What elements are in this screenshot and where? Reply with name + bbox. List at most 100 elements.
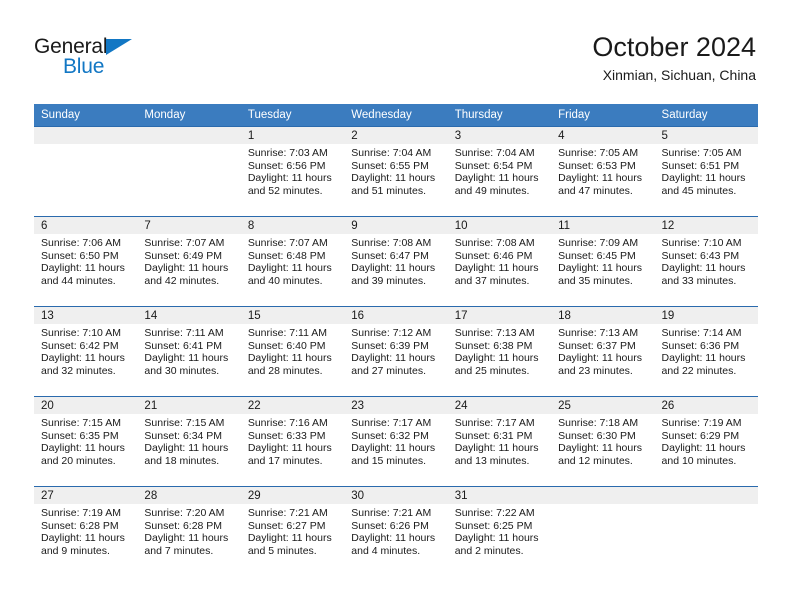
day-details: Sunrise: 7:05 AM Sunset: 6:51 PM Daylight:… (655, 144, 758, 197)
day-number: 7 (137, 217, 241, 234)
calendar-day-cell[interactable]: 24 Sunrise: 7:17 AM Sunset: 6:31 PM Dayligh… (447, 396, 552, 487)
daylight-text-line1: Daylight: 11 hours (351, 172, 436, 185)
daylight-text-line1: Daylight: 11 hours (144, 352, 229, 365)
calendar-day-cell[interactable]: 18 Sunrise: 7:13 AM Sunset: 6:37 PM Dayligh… (551, 306, 655, 397)
calendar-day-cell[interactable]: 16 Sunrise: 7:12 AM Sunset: 6:39 PM Dayligh… (344, 306, 448, 397)
weekday-header-saturday: Saturday (654, 104, 758, 127)
calendar-day-cell-empty (551, 486, 655, 576)
daylight-text-line2: and 9 minutes. (41, 544, 110, 557)
daylight-text-line2: and 47 minutes. (558, 184, 633, 197)
calendar-day-cell[interactable]: 1 Sunrise: 7:03 AM Sunset: 6:56 PM Daylight… (240, 126, 345, 217)
day-number: 16 (344, 307, 448, 324)
sunrise-text: Sunrise: 7:04 AM (351, 147, 432, 159)
day-details: Sunrise: 7:17 AM Sunset: 6:31 PM Daylight:… (448, 414, 551, 467)
calendar-day-cell[interactable]: 15 Sunrise: 7:11 AM Sunset: 6:40 PM Dayligh… (240, 306, 345, 397)
daylight-text-line2: and 52 minutes. (247, 184, 323, 197)
day-number (654, 487, 758, 504)
daylight-text-line1: Daylight: 11 hours (454, 532, 539, 545)
sunrise-text: Sunrise: 7:16 AM (247, 417, 328, 429)
day-number (34, 127, 138, 144)
calendar-week-row: 13 Sunrise: 7:10 AM Sunset: 6:42 PM Dayligh… (34, 306, 758, 397)
page-subtitle: Xinmian, Sichuan, China (602, 67, 756, 84)
day-number: 3 (447, 127, 552, 144)
sunrise-text: Sunrise: 7:19 AM (661, 417, 742, 429)
day-details: Sunrise: 7:13 AM Sunset: 6:37 PM Daylight:… (551, 324, 654, 377)
day-number: 13 (34, 307, 138, 324)
calendar-day-cell[interactable]: 5 Sunrise: 7:05 AM Sunset: 6:51 PM Daylight… (654, 126, 758, 217)
calendar-day-cell[interactable]: 13 Sunrise: 7:10 AM Sunset: 6:42 PM Dayligh… (34, 306, 138, 397)
calendar-day-cell-empty (137, 126, 241, 217)
daylight-text-line2: and 12 minutes. (558, 454, 633, 467)
calendar-day-cell[interactable]: 28 Sunrise: 7:20 AM Sunset: 6:28 PM Dayligh… (137, 486, 241, 576)
daylight-text-line1: Daylight: 11 hours (247, 442, 332, 455)
calendar-day-cell[interactable]: 6 Sunrise: 7:06 AM Sunset: 6:50 PM Daylight… (34, 216, 138, 307)
daylight-text-line2: and 45 minutes. (661, 184, 737, 197)
calendar-day-cell[interactable]: 12 Sunrise: 7:10 AM Sunset: 6:43 PM Dayligh… (654, 216, 758, 307)
sunset-text: Sunset: 6:29 PM (661, 429, 740, 442)
sunrise-text: Sunrise: 7:19 AM (41, 507, 121, 519)
logo-text-blue: Blue (63, 55, 105, 78)
calendar-day-cell[interactable]: 20 Sunrise: 7:15 AM Sunset: 6:35 PM Dayligh… (34, 396, 138, 487)
calendar-day-cell[interactable]: 3 Sunrise: 7:04 AM Sunset: 6:54 PM Daylight… (447, 126, 552, 217)
weekday-header-tuesday: Tuesday (240, 104, 345, 127)
sunrise-text: Sunrise: 7:20 AM (144, 507, 225, 519)
calendar-day-cell[interactable]: 7 Sunrise: 7:07 AM Sunset: 6:49 PM Daylight… (137, 216, 241, 307)
day-details: Sunrise: 7:10 AM Sunset: 6:42 PM Daylight:… (34, 324, 137, 377)
calendar-day-cell-empty (34, 126, 138, 217)
daylight-text-line2: and 23 minutes. (558, 364, 633, 377)
calendar-day-cell[interactable]: 9 Sunrise: 7:08 AM Sunset: 6:47 PM Daylight… (344, 216, 448, 307)
day-number: 5 (654, 127, 758, 144)
day-number: 8 (240, 217, 345, 234)
day-number: 18 (551, 307, 655, 324)
daylight-text-line1: Daylight: 11 hours (558, 262, 642, 275)
daylight-text-line2: and 13 minutes. (454, 454, 530, 467)
sunset-text: Sunset: 6:36 PM (661, 339, 740, 352)
sunrise-text: Sunrise: 7:21 AM (351, 507, 432, 519)
calendar-day-cell[interactable]: 2 Sunrise: 7:04 AM Sunset: 6:55 PM Daylight… (344, 126, 448, 217)
calendar-day-cell[interactable]: 23 Sunrise: 7:17 AM Sunset: 6:32 PM Dayligh… (344, 396, 448, 487)
weekday-header-thursday: Thursday (447, 104, 552, 127)
day-details: Sunrise: 7:09 AM Sunset: 6:45 PM Daylight:… (551, 234, 654, 287)
calendar-week-row: 20 Sunrise: 7:15 AM Sunset: 6:35 PM Dayligh… (34, 396, 758, 487)
sunset-text: Sunset: 6:46 PM (454, 249, 533, 262)
calendar-day-cell[interactable]: 27 Sunrise: 7:19 AM Sunset: 6:28 PM Dayligh… (34, 486, 138, 576)
day-details: Sunrise: 7:21 AM Sunset: 6:27 PM Daylight:… (241, 504, 344, 557)
calendar-day-cell[interactable]: 25 Sunrise: 7:18 AM Sunset: 6:30 PM Dayligh… (551, 396, 655, 487)
daylight-text-line2: and 4 minutes. (351, 544, 421, 557)
day-details: Sunrise: 7:13 AM Sunset: 6:38 PM Daylight:… (448, 324, 551, 377)
daylight-text-line1: Daylight: 11 hours (351, 442, 436, 455)
calendar-day-cell[interactable]: 17 Sunrise: 7:13 AM Sunset: 6:38 PM Dayligh… (447, 306, 552, 397)
daylight-text-line2: and 10 minutes. (661, 454, 737, 467)
daylight-text-line1: Daylight: 11 hours (144, 262, 229, 275)
calendar-day-cell[interactable]: 11 Sunrise: 7:09 AM Sunset: 6:45 PM Dayligh… (551, 216, 655, 307)
generalblue-logo: General Blue (34, 36, 214, 86)
daylight-text-line1: Daylight: 11 hours (247, 262, 332, 275)
calendar-day-cell[interactable]: 19 Sunrise: 7:14 AM Sunset: 6:36 PM Dayligh… (654, 306, 758, 397)
weekday-header-wednesday: Wednesday (344, 104, 448, 127)
calendar-day-cell[interactable]: 10 Sunrise: 7:08 AM Sunset: 6:46 PM Dayligh… (447, 216, 552, 307)
sunset-text: Sunset: 6:26 PM (351, 519, 429, 532)
calendar-day-cell[interactable]: 22 Sunrise: 7:16 AM Sunset: 6:33 PM Dayligh… (240, 396, 345, 487)
calendar-day-cell[interactable]: 21 Sunrise: 7:15 AM Sunset: 6:34 PM Dayligh… (137, 396, 241, 487)
title-block: October 2024 Xinmian, Sichuan, China (592, 32, 756, 84)
calendar-day-cell[interactable]: 29 Sunrise: 7:21 AM Sunset: 6:27 PM Dayligh… (240, 486, 345, 576)
sunrise-text: Sunrise: 7:15 AM (144, 417, 225, 429)
calendar-day-cell[interactable]: 8 Sunrise: 7:07 AM Sunset: 6:48 PM Daylight… (240, 216, 345, 307)
calendar-day-cell[interactable]: 14 Sunrise: 7:11 AM Sunset: 6:41 PM Dayligh… (137, 306, 241, 397)
daylight-text-line1: Daylight: 11 hours (661, 442, 746, 455)
sunrise-text: Sunrise: 7:10 AM (661, 237, 742, 249)
daylight-text-line1: Daylight: 11 hours (351, 532, 436, 545)
daylight-text-line1: Daylight: 11 hours (661, 262, 746, 275)
calendar-day-cell[interactable]: 26 Sunrise: 7:19 AM Sunset: 6:29 PM Dayligh… (654, 396, 758, 487)
daylight-text-line1: Daylight: 11 hours (661, 352, 746, 365)
calendar-day-cell[interactable]: 31 Sunrise: 7:22 AM Sunset: 6:25 PM Dayligh… (447, 486, 552, 576)
calendar-day-cell[interactable]: 4 Sunrise: 7:05 AM Sunset: 6:53 PM Daylight… (551, 126, 655, 217)
daylight-text-line2: and 22 minutes. (661, 364, 737, 377)
day-number: 15 (240, 307, 345, 324)
daylight-text-line2: and 20 minutes. (41, 454, 116, 467)
calendar-week-row: 27 Sunrise: 7:19 AM Sunset: 6:28 PM Dayligh… (34, 486, 758, 576)
sunset-text: Sunset: 6:27 PM (247, 519, 326, 532)
calendar-body: 1 Sunrise: 7:03 AM Sunset: 6:56 PM Daylight… (34, 126, 758, 576)
daylight-text-line2: and 17 minutes. (247, 454, 323, 467)
calendar-day-cell[interactable]: 30 Sunrise: 7:21 AM Sunset: 6:26 PM Dayligh… (344, 486, 448, 576)
